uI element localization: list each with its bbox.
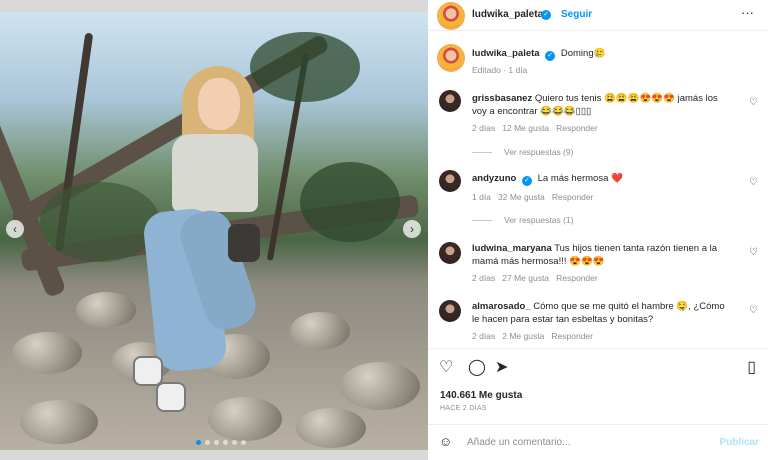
comment: andyzuno ✓ La más hermosa ❤️ [472,172,732,186]
author-username[interactable]: ludwika_paleta [472,9,543,20]
verified-icon: ✓ [521,176,532,186]
caption-avatar[interactable] [439,46,463,70]
carousel-dot [241,440,246,445]
commenter-avatar[interactable] [439,170,461,192]
verified-icon: ✓ [541,10,551,20]
reply-button[interactable]: Responder [556,273,598,283]
previous-image-button[interactable]: ‹ [6,220,24,238]
reply-button[interactable]: Responder [556,123,598,133]
like-icon[interactable]: ♡ [439,357,453,377]
replies-divider [472,152,492,154]
rock [208,397,282,441]
comment: almarosado_ Cómo que se me quitó el hamb… [472,300,732,326]
verified-icon: ✓ [545,51,556,61]
post-image[interactable]: ‹ › [0,12,428,450]
comment-input[interactable]: Añade un comentario... [467,437,570,448]
sneaker [156,382,186,412]
next-image-button[interactable]: › [403,220,421,238]
like-comment-icon[interactable]: ♡ [749,98,759,108]
author-avatar[interactable] [439,4,463,28]
carousel-dot [223,440,228,445]
commenter-username[interactable]: grissbasanez [472,93,532,104]
more-options-icon[interactable]: ··· [741,6,754,19]
reply-button[interactable]: Responder [552,192,594,202]
shrub [300,162,400,242]
comment-text: La más hermosa ❤️ [537,173,623,184]
view-replies-button[interactable]: Ver respuestas (1) [472,215,573,225]
post-details-panel: ludwika_paleta ✓ Seguir ··· ludwika_pale… [428,0,768,460]
commenter-avatar[interactable] [439,300,461,322]
rock [340,362,420,410]
comment-likes[interactable]: 12 Me gusta [502,123,549,133]
comment-time[interactable]: 2 días [472,331,495,341]
palm-foliage [250,32,360,102]
sneaker [133,356,163,386]
comment: ludwina_maryana Tus hijos tienen tanta r… [472,242,732,268]
follow-button[interactable]: Seguir [561,9,592,20]
post-age: HACE 2 DÍAS [440,405,487,412]
carousel-dot [232,440,237,445]
commenter-username[interactable]: ludwina_maryana [472,243,552,254]
comment-icon[interactable]: ◯ [468,357,486,377]
save-icon[interactable]: ▯ [747,357,756,377]
comment-time[interactable]: 2 días [472,273,495,283]
view-replies-label[interactable]: Ver respuestas (1) [504,215,573,225]
caption: ludwika_paleta ✓ Doming🥲 [472,47,742,61]
comment-meta: 1 día 32 Me gusta Responder [472,192,593,202]
carousel-dot [205,440,210,445]
reply-button[interactable]: Responder [551,331,593,341]
commenter-username[interactable]: andyzuno [472,173,516,184]
emoji-icon[interactable]: ☺ [439,434,452,449]
comment-likes[interactable]: 27 Me gusta [502,273,549,283]
shrub [40,182,160,262]
commenter-avatar[interactable] [439,90,461,112]
comment-time[interactable]: 2 días [472,123,495,133]
rock [12,332,82,374]
handbag [228,224,260,262]
like-comment-icon[interactable]: ♡ [749,248,759,258]
caption-username[interactable]: ludwika_paleta [472,48,540,59]
comment-likes[interactable]: 32 Me gusta [498,192,545,202]
commenter-avatar[interactable] [439,242,461,264]
replies-divider [472,220,492,222]
person-top [172,134,258,212]
comment-meta: 2 días 12 Me gusta Responder [472,123,598,133]
carousel-indicator [196,440,246,445]
view-replies-button[interactable]: Ver respuestas (9) [472,147,573,157]
view-replies-label[interactable]: Ver respuestas (9) [504,147,573,157]
comment-time[interactable]: 1 día [472,192,491,202]
like-comment-icon[interactable]: ♡ [749,178,759,188]
share-icon[interactable]: ➤ [495,357,508,377]
likes-count[interactable]: 140.661 Me gusta [440,390,522,401]
rock [290,312,350,350]
comment-composer: ☺ Añade un comentario... Publicar [428,424,768,460]
comment-meta: 2 días 27 Me gusta Responder [472,273,598,283]
caption-text: Doming [560,48,594,59]
caption-emoji: 🥲 [593,48,606,59]
post-header: ludwika_paleta ✓ Seguir ··· [428,0,768,31]
publish-button[interactable]: Publicar [720,437,759,448]
comment-likes[interactable]: 2 Me gusta [502,331,544,341]
carousel-dot [214,440,219,445]
caption-meta: Editado · 1 día [472,65,528,75]
person-face [198,78,240,130]
commenter-username[interactable]: almarosado_ [472,301,531,312]
comment-meta: 2 días 2 Me gusta Responder [472,331,593,341]
rock [20,400,98,444]
like-comment-icon[interactable]: ♡ [749,306,759,316]
rock [296,408,366,448]
carousel-dot [196,440,201,445]
action-bar: ♡ ◯ ➤ ▯ [428,348,768,428]
comment: grissbasanez Quiero tus tenis 😩😩😩😍😍😍 jam… [472,92,732,118]
rock [76,292,136,328]
